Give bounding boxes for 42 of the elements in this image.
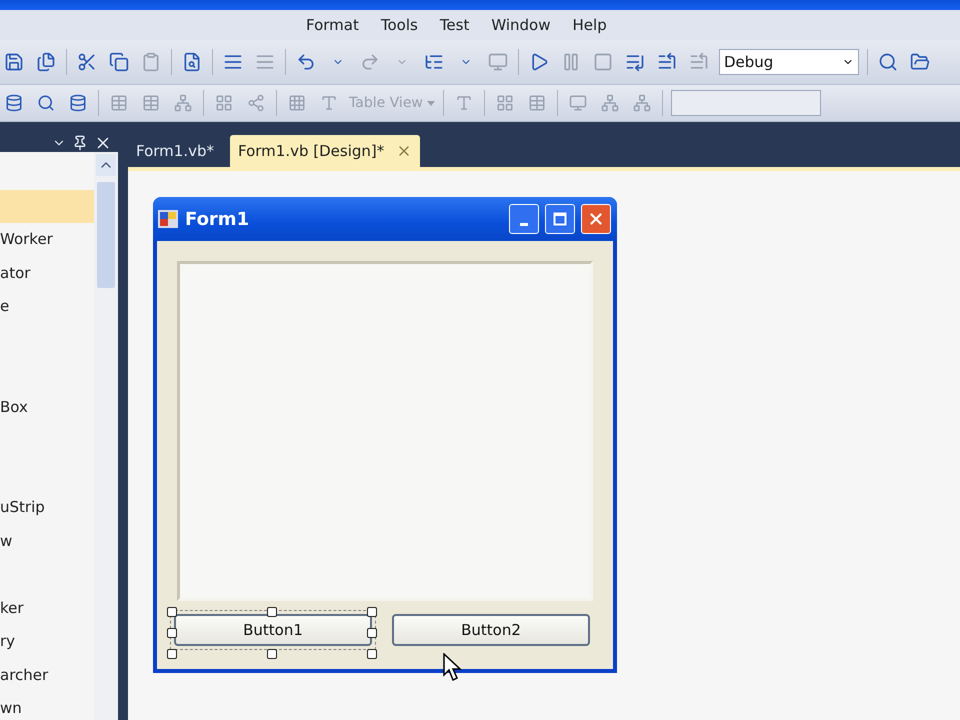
menu-item[interactable]: Window <box>491 16 551 34</box>
toolbox-item[interactable]: wn <box>0 692 94 720</box>
form-button[interactable]: Button1 <box>174 614 372 646</box>
resize-handle[interactable] <box>167 628 177 638</box>
minimize-icon <box>520 222 528 226</box>
resize-handle[interactable] <box>367 628 377 638</box>
form-title: Form1 <box>185 208 250 230</box>
resize-handle[interactable] <box>367 607 377 617</box>
maximize-button[interactable] <box>545 204 575 234</box>
resize-handle[interactable] <box>367 649 377 659</box>
scroll-thumb[interactable] <box>97 182 115 288</box>
caret-icon <box>426 100 435 106</box>
toolbox-item[interactable]: ator <box>0 256 94 290</box>
toolbox-item[interactable]: uStrip <box>0 491 94 524</box>
toolbox-item[interactable]: e <box>0 290 94 324</box>
toolbox-item[interactable]: Worker <box>0 223 94 256</box>
menu-item[interactable]: Tools <box>380 16 418 34</box>
toolbox-item[interactable]: archer <box>0 658 94 692</box>
scroll-up-button[interactable] <box>96 154 116 176</box>
toolbox-item[interactable]: ker <box>0 592 94 625</box>
maximize-icon <box>553 212 567 226</box>
resize-handle[interactable] <box>167 649 177 659</box>
pin-icon[interactable] <box>72 135 88 151</box>
resize-handle[interactable] <box>267 649 277 659</box>
scrollbar[interactable] <box>94 152 118 720</box>
menu-item[interactable]: Format <box>306 16 359 34</box>
close-button[interactable] <box>581 204 611 234</box>
toolbox-item[interactable]: ry <box>0 625 94 658</box>
document-tab[interactable]: Form1.vb [Design]* <box>230 135 420 167</box>
menu-item[interactable]: Help <box>572 16 607 34</box>
toolbox-item[interactable]: Box <box>0 390 94 424</box>
form-button[interactable]: Button2 <box>392 614 590 646</box>
configuration-dropdown[interactable]: Debug <box>719 49 859 75</box>
document-tab[interactable]: Form1.vb* <box>128 135 222 167</box>
form-icon <box>157 209 179 229</box>
mouse-cursor <box>443 653 463 683</box>
menu-item[interactable]: Test <box>440 16 470 34</box>
copy-icon[interactable] <box>107 50 131 74</box>
toolbox-item[interactable]: w <box>0 524 94 558</box>
resize-handle[interactable] <box>167 607 177 617</box>
minimize-button[interactable] <box>509 204 539 234</box>
resize-handle[interactable] <box>267 607 277 617</box>
